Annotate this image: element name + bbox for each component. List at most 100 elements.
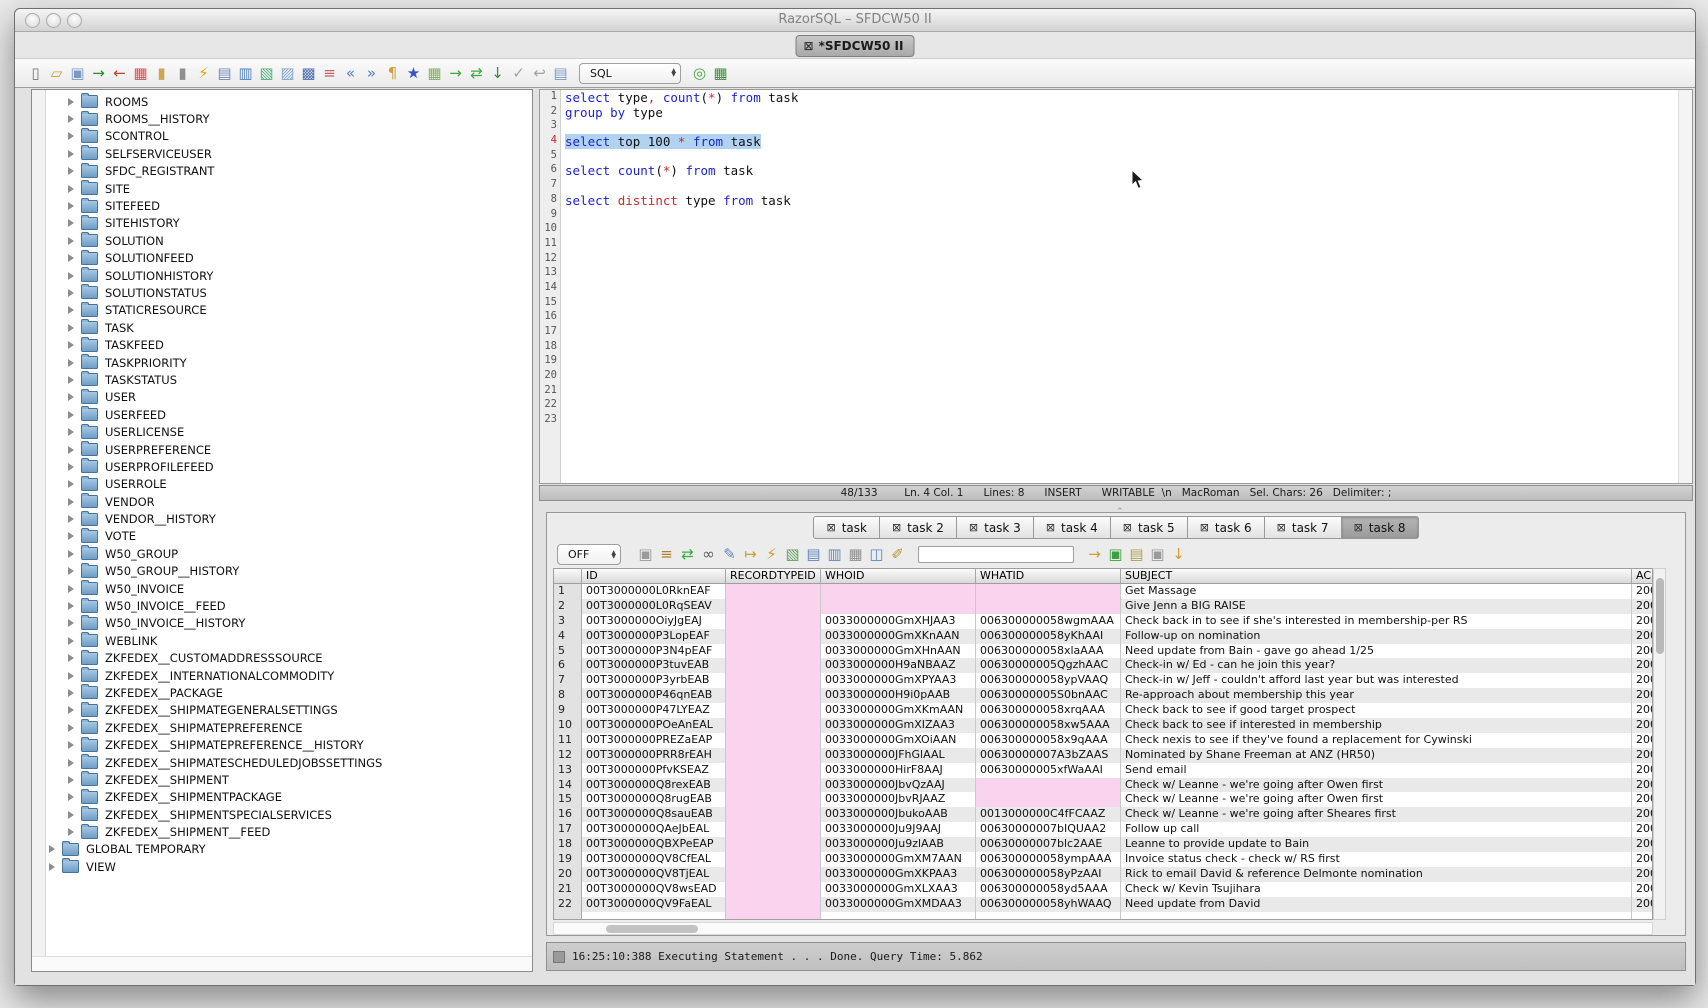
add-connection-icon[interactable]: ▮ [151,63,172,83]
query-log-icon[interactable]: ▤ [550,63,571,83]
highlight-icon[interactable]: ✐ [887,545,908,565]
expand-arrow-icon[interactable] [68,602,74,610]
data-cell[interactable]: 00T3000000PRR8rEAH [582,748,726,763]
data-cell[interactable]: 00T3000000P46qnEAB [582,688,726,703]
code-line[interactable] [565,310,1678,325]
expand-arrow-icon[interactable] [68,446,74,454]
data-cell[interactable]: Give Jenn a BIG RAISE [1121,599,1632,614]
tree-item[interactable]: TASK [45,319,532,336]
table-row[interactable]: 2200T3000000QV9FaEAL0033000000GmXMDAA300… [554,897,1652,912]
null-cell[interactable] [726,673,821,688]
column-header[interactable]: AC [1632,569,1653,583]
expand-arrow-icon[interactable] [68,185,74,193]
data-cell[interactable]: 006300000058x9qAAA [976,733,1121,748]
refresh-results-icon[interactable]: ⇄ [677,545,698,565]
column-header[interactable]: ID [582,569,726,583]
table-row[interactable]: 2000T3000000QV8TjEAL0033000000GmXKPAA300… [554,867,1652,882]
code-line[interactable] [565,222,1678,237]
data-cell[interactable]: 0033000000GmXM7AAN [821,852,976,867]
expand-arrow-icon[interactable] [68,532,74,540]
code-line[interactable]: group by type [565,105,1678,120]
tree-item[interactable]: ZKFEDEX__SHIPMATEPREFERENCE__HISTORY [45,736,532,753]
table-row[interactable]: 2100T3000000QV8wsEAD0033000000GmXLXAA300… [554,882,1652,897]
favorites-icon[interactable]: ★ [403,63,424,83]
data-cell[interactable]: Need update from Bain - gave go ahead 1/… [1121,644,1632,659]
data-cell[interactable]: Check w/ Leanne - we're going after Owen… [1121,792,1632,807]
fetch-icon[interactable]: ↓ [487,63,508,83]
code-line[interactable] [565,296,1678,311]
data-cell[interactable]: 00T3000000QV9FaEAL [582,897,726,912]
table-row[interactable]: 1700T3000000QAeJbEAL0033000000Ju9J9AAJ00… [554,822,1652,837]
save-icon[interactable]: ▣ [67,63,88,83]
code-line[interactable] [565,398,1678,413]
tree-item[interactable]: SITE [45,180,532,197]
import-data-icon[interactable]: ▧ [256,63,277,83]
grid-vertical-scrollbar[interactable] [1653,568,1666,920]
data-cell[interactable]: Check back in to see if she's interested… [1121,614,1632,629]
data-cell[interactable]: 200 [1632,673,1653,688]
data-cell[interactable]: 0033000000GmXHJAA3 [821,614,976,629]
expand-arrow-icon[interactable] [68,654,74,662]
data-cell[interactable]: 200 [1632,807,1653,822]
null-cell[interactable] [726,629,821,644]
code-line[interactable] [565,266,1678,281]
tree-item[interactable]: ZKFEDEX__SHIPMENTPACKAGE [45,789,532,806]
table-row[interactable]: 200T3000000L0RqSEAVGive Jenn a BIG RAISE… [554,599,1652,614]
data-cell[interactable]: 006300000058ypVAAQ [976,673,1121,688]
null-cell[interactable] [726,733,821,748]
data-cell[interactable]: 00T3000000Q8sauEAB [582,807,726,822]
tree-item[interactable]: VENDOR [45,493,532,510]
data-cell[interactable]: 0033000000GmXHnAAN [821,644,976,659]
data-cell[interactable]: Need update from David [1121,897,1632,912]
tree-item[interactable]: USERFEED [45,406,532,423]
data-cell[interactable]: 0013000000C4fFCAAZ [976,807,1121,822]
data-cell[interactable]: 00T3000000P3tuvEAB [582,658,726,673]
tree-item[interactable]: TASKFEED [45,336,532,353]
table-row[interactable]: 100T3000000L0RknEAFGet Massage200 [554,584,1652,599]
expand-arrow-icon[interactable] [68,480,74,488]
expand-arrow-icon[interactable] [68,289,74,297]
data-cell[interactable]: 006300000058xw5AAA [976,718,1121,733]
code-line[interactable] [565,369,1678,384]
data-cell[interactable]: 00T3000000QAeJbEAL [582,822,726,837]
data-cell[interactable]: 200 [1632,778,1653,793]
close-result-tab-icon[interactable]: ⊠ [1354,521,1363,534]
close-result-tab-icon[interactable]: ⊠ [969,521,978,534]
expand-arrow-icon[interactable] [49,845,55,853]
data-cell[interactable]: 0033000000JbvRJAAZ [821,792,976,807]
data-cell[interactable]: Follow-up on nomination [1121,629,1632,644]
switch-statement-icon[interactable]: ⇄ [466,63,487,83]
tree-item[interactable]: USERLICENSE [45,423,532,440]
tree-item[interactable]: VENDOR__HISTORY [45,510,532,527]
tree-item[interactable]: SOLUTION [45,232,532,249]
data-cell[interactable]: Nominated by Shane Freeman at ANZ (HR50) [1121,748,1632,763]
data-cell[interactable]: 200 [1632,614,1653,629]
tree-item[interactable]: W50_INVOICE__HISTORY [45,615,532,632]
transpose-icon[interactable]: ◫ [866,545,887,565]
data-cell[interactable]: 00630000005xfWaAAI [976,763,1121,778]
data-cell[interactable]: 00630000007A3bZAAS [976,748,1121,763]
download-icon[interactable]: ↓ [1168,545,1189,565]
data-cell[interactable]: Check w/ Leanne - we're going after Owen… [1121,778,1632,793]
null-cell[interactable] [726,703,821,718]
data-cell[interactable]: 200 [1632,748,1653,763]
bookmarks-icon[interactable]: ▩ [298,63,319,83]
expand-arrow-icon[interactable] [68,567,74,575]
data-cell[interactable]: Check w/ Leanne - we're going after Shea… [1121,807,1632,822]
tree-item[interactable]: SOLUTIONHISTORY [45,267,532,284]
tree-item[interactable]: W50_GROUP [45,545,532,562]
result-tab[interactable]: ⊠task 7 [1265,516,1342,539]
data-cell[interactable]: 0033000000GmXOiAAN [821,733,976,748]
data-cell[interactable]: 200 [1632,718,1653,733]
select-panel-icon[interactable]: ▤ [803,545,824,565]
shift-right-icon[interactable]: » [361,63,382,83]
data-cell[interactable]: 0033000000GmXKmAAN [821,703,976,718]
result-tab[interactable]: ⊠task [813,516,879,539]
data-cell[interactable]: Follow up call [1121,822,1632,837]
expand-arrow-icon[interactable] [68,428,74,436]
table-row[interactable]: 1600T3000000Q8sauEAB0033000000JbukoAAB00… [554,807,1652,822]
expand-arrow-icon[interactable] [68,411,74,419]
tree-item[interactable]: VIEW [45,858,532,875]
expand-arrow-icon[interactable] [68,776,74,784]
data-cell[interactable]: 0033000000H9i0pAAB [821,688,976,703]
